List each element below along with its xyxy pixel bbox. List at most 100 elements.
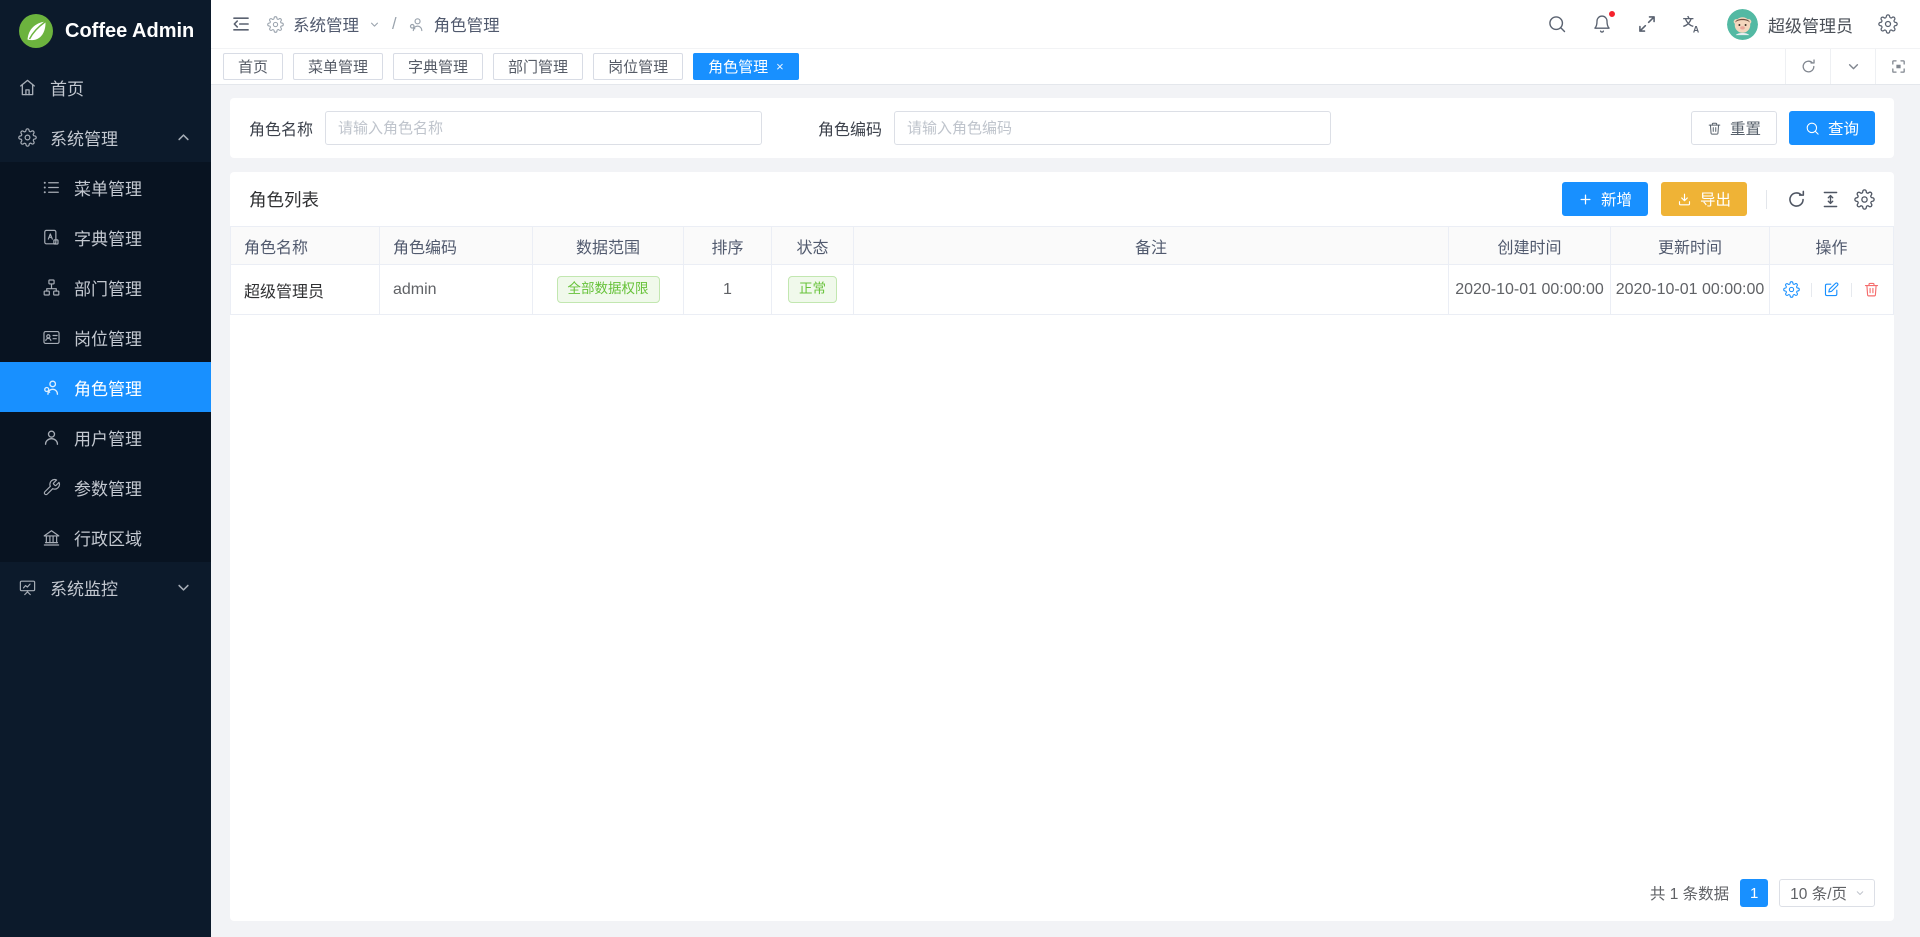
bank-building-icon: [42, 528, 61, 547]
divider: [1811, 283, 1812, 297]
col-remark: 备注: [854, 227, 1449, 265]
expand-panel-icon: [1890, 58, 1907, 75]
main-area: 系统管理 / 角色管理 文A: [211, 0, 1920, 937]
col-data-scope: 数据范围: [533, 227, 684, 265]
tab-close-icon[interactable]: ×: [776, 60, 784, 73]
edit-button[interactable]: [1823, 281, 1840, 298]
tab-menu-mgmt[interactable]: 菜单管理: [293, 53, 383, 80]
tab-dept-mgmt[interactable]: 部门管理: [493, 53, 583, 80]
sidebar-item-param-mgmt[interactable]: 参数管理: [0, 462, 211, 512]
col-role-name: 角色名称: [231, 227, 380, 265]
page-size-select[interactable]: 10 条/页: [1779, 879, 1875, 907]
app-root: Coffee Admin 首页 系统管理 菜单管理 字典管理: [0, 0, 1920, 937]
cell-role-code: admin: [380, 265, 533, 315]
column-settings-icon[interactable]: [1854, 189, 1875, 210]
role-name-label: 角色名称: [249, 116, 313, 140]
divider: [1851, 283, 1852, 297]
cell-status: 正常: [772, 265, 854, 315]
col-updated-at: 更新时间: [1611, 227, 1770, 265]
page-1-button[interactable]: 1: [1740, 879, 1768, 907]
page-content: 角色名称 角色编码 重置 查询: [211, 85, 1920, 937]
refresh-icon: [1800, 58, 1817, 75]
download-icon: [1677, 192, 1692, 207]
fullscreen-icon[interactable]: [1637, 14, 1657, 34]
role-list-card: 角色列表 新增 导出: [230, 172, 1894, 921]
tab-post-mgmt[interactable]: 岗位管理: [593, 53, 683, 80]
sidebar-item-user-mgmt[interactable]: 用户管理: [0, 412, 211, 462]
trash-icon: [1707, 121, 1722, 136]
role-people-icon: [408, 16, 425, 33]
user-menu[interactable]: 超级管理员: [1727, 9, 1853, 40]
role-name-input[interactable]: [325, 111, 762, 145]
status-tag: 正常: [788, 276, 837, 302]
id-card-icon: [42, 328, 61, 347]
cell-sort: 1: [684, 265, 772, 315]
sidebar-group-system[interactable]: 系统管理: [0, 112, 211, 162]
search-icon[interactable]: [1547, 14, 1567, 34]
content-fullscreen-button[interactable]: [1875, 49, 1920, 84]
breadcrumb-separator: /: [390, 15, 399, 34]
app-title: Coffee Admin: [65, 20, 194, 43]
chevron-down-icon: [368, 18, 381, 31]
username: 超级管理员: [1768, 12, 1853, 37]
col-status: 状态: [772, 227, 854, 265]
sidebar-item-region-mgmt[interactable]: 行政区域: [0, 512, 211, 562]
refresh-tab-button[interactable]: [1785, 49, 1830, 84]
search-button[interactable]: 查询: [1789, 111, 1875, 145]
pagination-total: 共 1 条数据: [1650, 882, 1729, 904]
cell-updated-at: 2020-10-01 00:00:00: [1611, 265, 1770, 315]
cell-remark: [854, 265, 1449, 315]
list-icon: [42, 178, 61, 197]
table-header-row: 角色名称 角色编码 数据范围 排序 状态 备注 创建时间 更新时间 操作: [231, 227, 1894, 265]
tab-dict-mgmt[interactable]: 字典管理: [393, 53, 483, 80]
sidebar-item-home[interactable]: 首页: [0, 62, 211, 112]
notification-dot: [1608, 10, 1616, 18]
plus-icon: [1578, 192, 1593, 207]
sidebar-collapse-icon[interactable]: [231, 14, 251, 34]
reset-button[interactable]: 重置: [1691, 111, 1777, 145]
tab-home[interactable]: 首页: [223, 53, 283, 80]
svg-text:A: A: [1693, 24, 1700, 34]
translate-icon[interactable]: 文A: [1682, 14, 1702, 34]
cell-data-scope: 全部数据权限: [533, 265, 684, 315]
data-scope-tag: 全部数据权限: [557, 276, 660, 302]
role-code-input[interactable]: [894, 111, 1331, 145]
tab-role-mgmt[interactable]: 角色管理 ×: [693, 53, 799, 80]
role-code-label: 角色编码: [818, 116, 882, 140]
col-created-at: 创建时间: [1449, 227, 1611, 265]
add-button[interactable]: 新增: [1562, 182, 1648, 216]
sidebar-item-post-mgmt[interactable]: 岗位管理: [0, 312, 211, 362]
org-tree-icon: [42, 278, 61, 297]
sidebar: Coffee Admin 首页 系统管理 菜单管理 字典管理: [0, 0, 211, 937]
divider: [1766, 190, 1767, 209]
breadcrumb-current: 角色管理: [434, 12, 500, 36]
chevron-up-icon: [174, 128, 193, 147]
role-permission-button[interactable]: [1783, 281, 1800, 298]
export-button[interactable]: 导出: [1661, 182, 1747, 216]
table-row: 超级管理员 admin 全部数据权限 1 正常 2020-10-01 00:00…: [231, 265, 1894, 315]
sidebar-item-dict-mgmt[interactable]: 字典管理: [0, 212, 211, 262]
tab-options-button[interactable]: [1830, 49, 1875, 84]
dictionary-icon: [42, 228, 61, 247]
filter-card: 角色名称 角色编码 重置 查询: [230, 98, 1894, 158]
sidebar-menu: 首页 系统管理 菜单管理 字典管理 部门管理: [0, 62, 211, 937]
monitor-icon: [18, 578, 37, 597]
notifications-button[interactable]: [1592, 14, 1612, 34]
tab-controls: [1785, 49, 1920, 84]
sidebar-group-monitor[interactable]: 系统监控: [0, 562, 211, 612]
row-density-icon[interactable]: [1820, 189, 1841, 210]
col-actions: 操作: [1770, 227, 1894, 265]
sidebar-item-dept-mgmt[interactable]: 部门管理: [0, 262, 211, 312]
chevron-down-icon: [174, 578, 193, 597]
refresh-table-icon[interactable]: [1786, 189, 1807, 210]
breadcrumb-parent[interactable]: 系统管理: [293, 12, 359, 36]
gear-icon: [18, 128, 37, 147]
chevron-down-icon: [1845, 58, 1862, 75]
delete-button[interactable]: [1863, 281, 1880, 298]
sidebar-item-role-mgmt[interactable]: 角色管理: [0, 362, 211, 412]
wrench-icon: [42, 478, 61, 497]
avatar: [1727, 9, 1758, 40]
settings-gear-icon[interactable]: [1878, 14, 1898, 34]
sidebar-item-menu-mgmt[interactable]: 菜单管理: [0, 162, 211, 212]
topbar: 系统管理 / 角色管理 文A: [211, 0, 1920, 49]
